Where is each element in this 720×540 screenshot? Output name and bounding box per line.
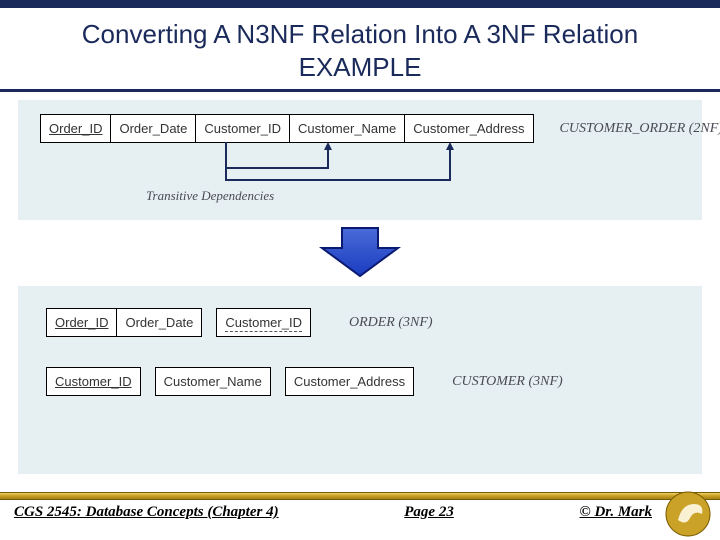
relation-label-customer-order: CUSTOMER_ORDER (2NF) [560,121,720,137]
footer-gold-stripe [0,492,720,500]
footer: CGS 2545: Database Concepts (Chapter 4) … [0,492,720,540]
relation-order: Order_ID Order_Date Customer_ID ORDER (3… [46,308,692,337]
relation-customer: Customer_ID Customer_Name Customer_Addre… [46,367,692,396]
col-customer-name: Customer_Name [155,367,271,396]
col-customer-id: Customer_ID [46,367,141,396]
col-order-date: Order_Date [117,308,202,337]
col-order-id: Order_ID [40,114,111,143]
top-accent-bar [0,0,720,8]
ucf-pegasus-logo-icon [664,490,712,538]
title-underline [0,89,720,92]
col-order-id: Order_ID [46,308,117,337]
slide-title: Converting A N3NF Relation Into A 3NF Re… [0,8,720,89]
col-text: Customer_ID [225,315,302,332]
panel-2nf: Order_ID Order_Date Customer_ID Customer… [18,100,702,220]
col-text: Customer_ID [55,374,132,389]
relation-customer-order: Order_ID Order_Date Customer_ID Customer… [40,114,692,143]
footer-right: © Dr. Mark [580,504,652,521]
transitive-dependencies-label: Transitive Dependencies [146,188,274,204]
footer-left: CGS 2545: Database Concepts (Chapter 4) [14,504,279,521]
col-customer-id-fk: Customer_ID [216,308,311,337]
relation-label-order: ORDER (3NF) [349,315,433,331]
col-customer-address: Customer_Address [405,114,533,143]
col-customer-id: Customer_ID [196,114,290,143]
panel-3nf: Order_ID Order_Date Customer_ID ORDER (3… [18,286,702,474]
col-text: Order_ID [55,315,108,330]
footer-center: Page 23 [404,504,454,521]
title-line-2: EXAMPLE [299,52,422,82]
title-line-1: Converting A N3NF Relation Into A 3NF Re… [82,19,638,49]
relation-label-customer: CUSTOMER (3NF) [452,374,563,390]
col-order-date: Order_Date [111,114,196,143]
col-customer-address: Customer_Address [285,367,414,396]
col-customer-name: Customer_Name [290,114,405,143]
col-text: Order_ID [49,121,102,136]
down-arrow-icon [318,226,402,278]
